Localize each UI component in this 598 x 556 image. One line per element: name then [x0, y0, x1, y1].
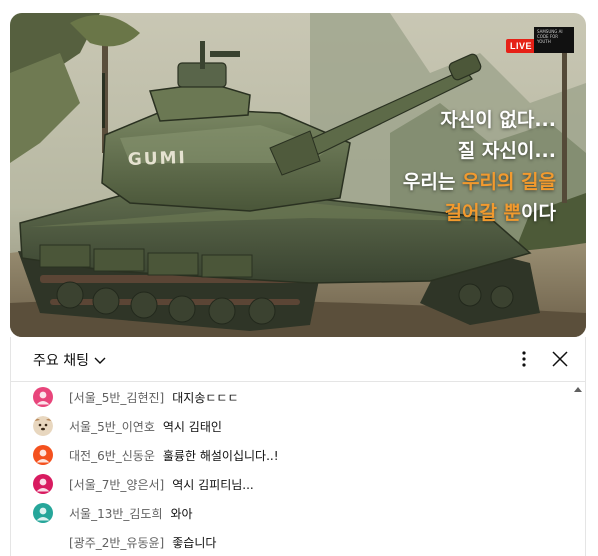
person-avatar-icon	[36, 449, 50, 463]
chat-message: 서울_13반_김도희 와아	[33, 501, 193, 525]
more-vert-icon	[522, 351, 526, 367]
close-chat-button[interactable]	[549, 348, 571, 370]
avatar[interactable]	[33, 532, 53, 552]
message-text: 대지송ㄷㄷㄷ	[172, 390, 239, 405]
person-avatar-icon	[36, 507, 50, 521]
avatar[interactable]	[33, 474, 53, 494]
live-badge: LIVE	[506, 39, 537, 53]
video-player[interactable]: GUMI LIVE SAMSUNG AI CODE FOR YOUTH 자신이 …	[10, 13, 586, 337]
message-author[interactable]: 대전_6반_신동운	[69, 447, 155, 464]
caption-line-4: 걸어갈 뿐이다	[444, 202, 556, 224]
message-text: 역시 김태인	[162, 419, 222, 434]
chat-messages[interactable]: [서울_5반_김현진] 대지송ㄷㄷㄷ 서울_5반_이연호 역시 김태인 대전_6…	[11, 383, 571, 556]
message-text: 와아	[170, 506, 193, 521]
message-author[interactable]: [서울_5반_김현진]	[69, 389, 164, 406]
live-chat-panel: 주요 채팅 [서울_5반_김현진] 대지송ㄷㄷㄷ 서울_5반_이연호 역시 김태…	[10, 337, 586, 556]
avatar[interactable]	[33, 387, 53, 407]
avatar[interactable]	[33, 445, 53, 465]
chat-message: [광주_2반_유동윤] 좋습니다	[33, 530, 216, 554]
chat-message: [서울_5반_김현진] 대지송ㄷㄷㄷ	[33, 385, 239, 409]
message-author[interactable]: 서울_13반_김도희	[69, 505, 163, 522]
more-options-button[interactable]	[513, 348, 535, 370]
chat-header: 주요 채팅	[11, 337, 585, 382]
caption-line-1: 자신이 없다...	[440, 109, 556, 131]
avatar[interactable]	[33, 416, 53, 436]
message-text: 훌륭한 해설이십니다..!	[162, 448, 279, 463]
caption-line-3: 우리는 우리의 길을	[402, 171, 556, 193]
video-caption: 자신이 없다... 질 자신이... 우리는 우리의 길을 걸어갈 뿐이다	[403, 105, 556, 229]
avatar[interactable]	[33, 503, 53, 523]
message-text: 역시 김피티님...	[172, 477, 254, 492]
chat-title: 주요 채팅	[33, 353, 89, 369]
chat-message: 대전_6반_신동운 훌륭한 해설이십니다..!	[33, 443, 279, 467]
message-author[interactable]: [광주_2반_유동윤]	[69, 534, 164, 551]
message-text: 좋습니다	[172, 535, 217, 550]
svg-text:GUMI: GUMI	[127, 148, 187, 170]
message-author[interactable]: [서울_7반_양은서]	[69, 476, 164, 493]
chat-scrollbar[interactable]	[571, 383, 585, 556]
channel-logo: SAMSUNG AI CODE FOR YOUTH	[534, 27, 574, 53]
chat-message: [서울_7반_양은서] 역시 김피티님...	[33, 472, 254, 496]
person-avatar-icon	[36, 478, 50, 492]
dog-avatar-icon	[33, 416, 53, 436]
live-stream-page: GUMI LIVE SAMSUNG AI CODE FOR YOUTH 자신이 …	[0, 0, 598, 556]
close-icon	[552, 351, 568, 367]
person-avatar-icon	[36, 391, 50, 405]
chat-mode-dropdown[interactable]: 주요 채팅	[33, 350, 107, 370]
chevron-down-icon	[94, 357, 106, 364]
scroll-up-arrow-icon[interactable]	[574, 387, 582, 392]
chat-message: 서울_5반_이연호 역시 김태인	[33, 414, 222, 438]
caption-line-2: 질 자신이...	[457, 140, 556, 162]
message-author[interactable]: 서울_5반_이연호	[69, 418, 155, 435]
